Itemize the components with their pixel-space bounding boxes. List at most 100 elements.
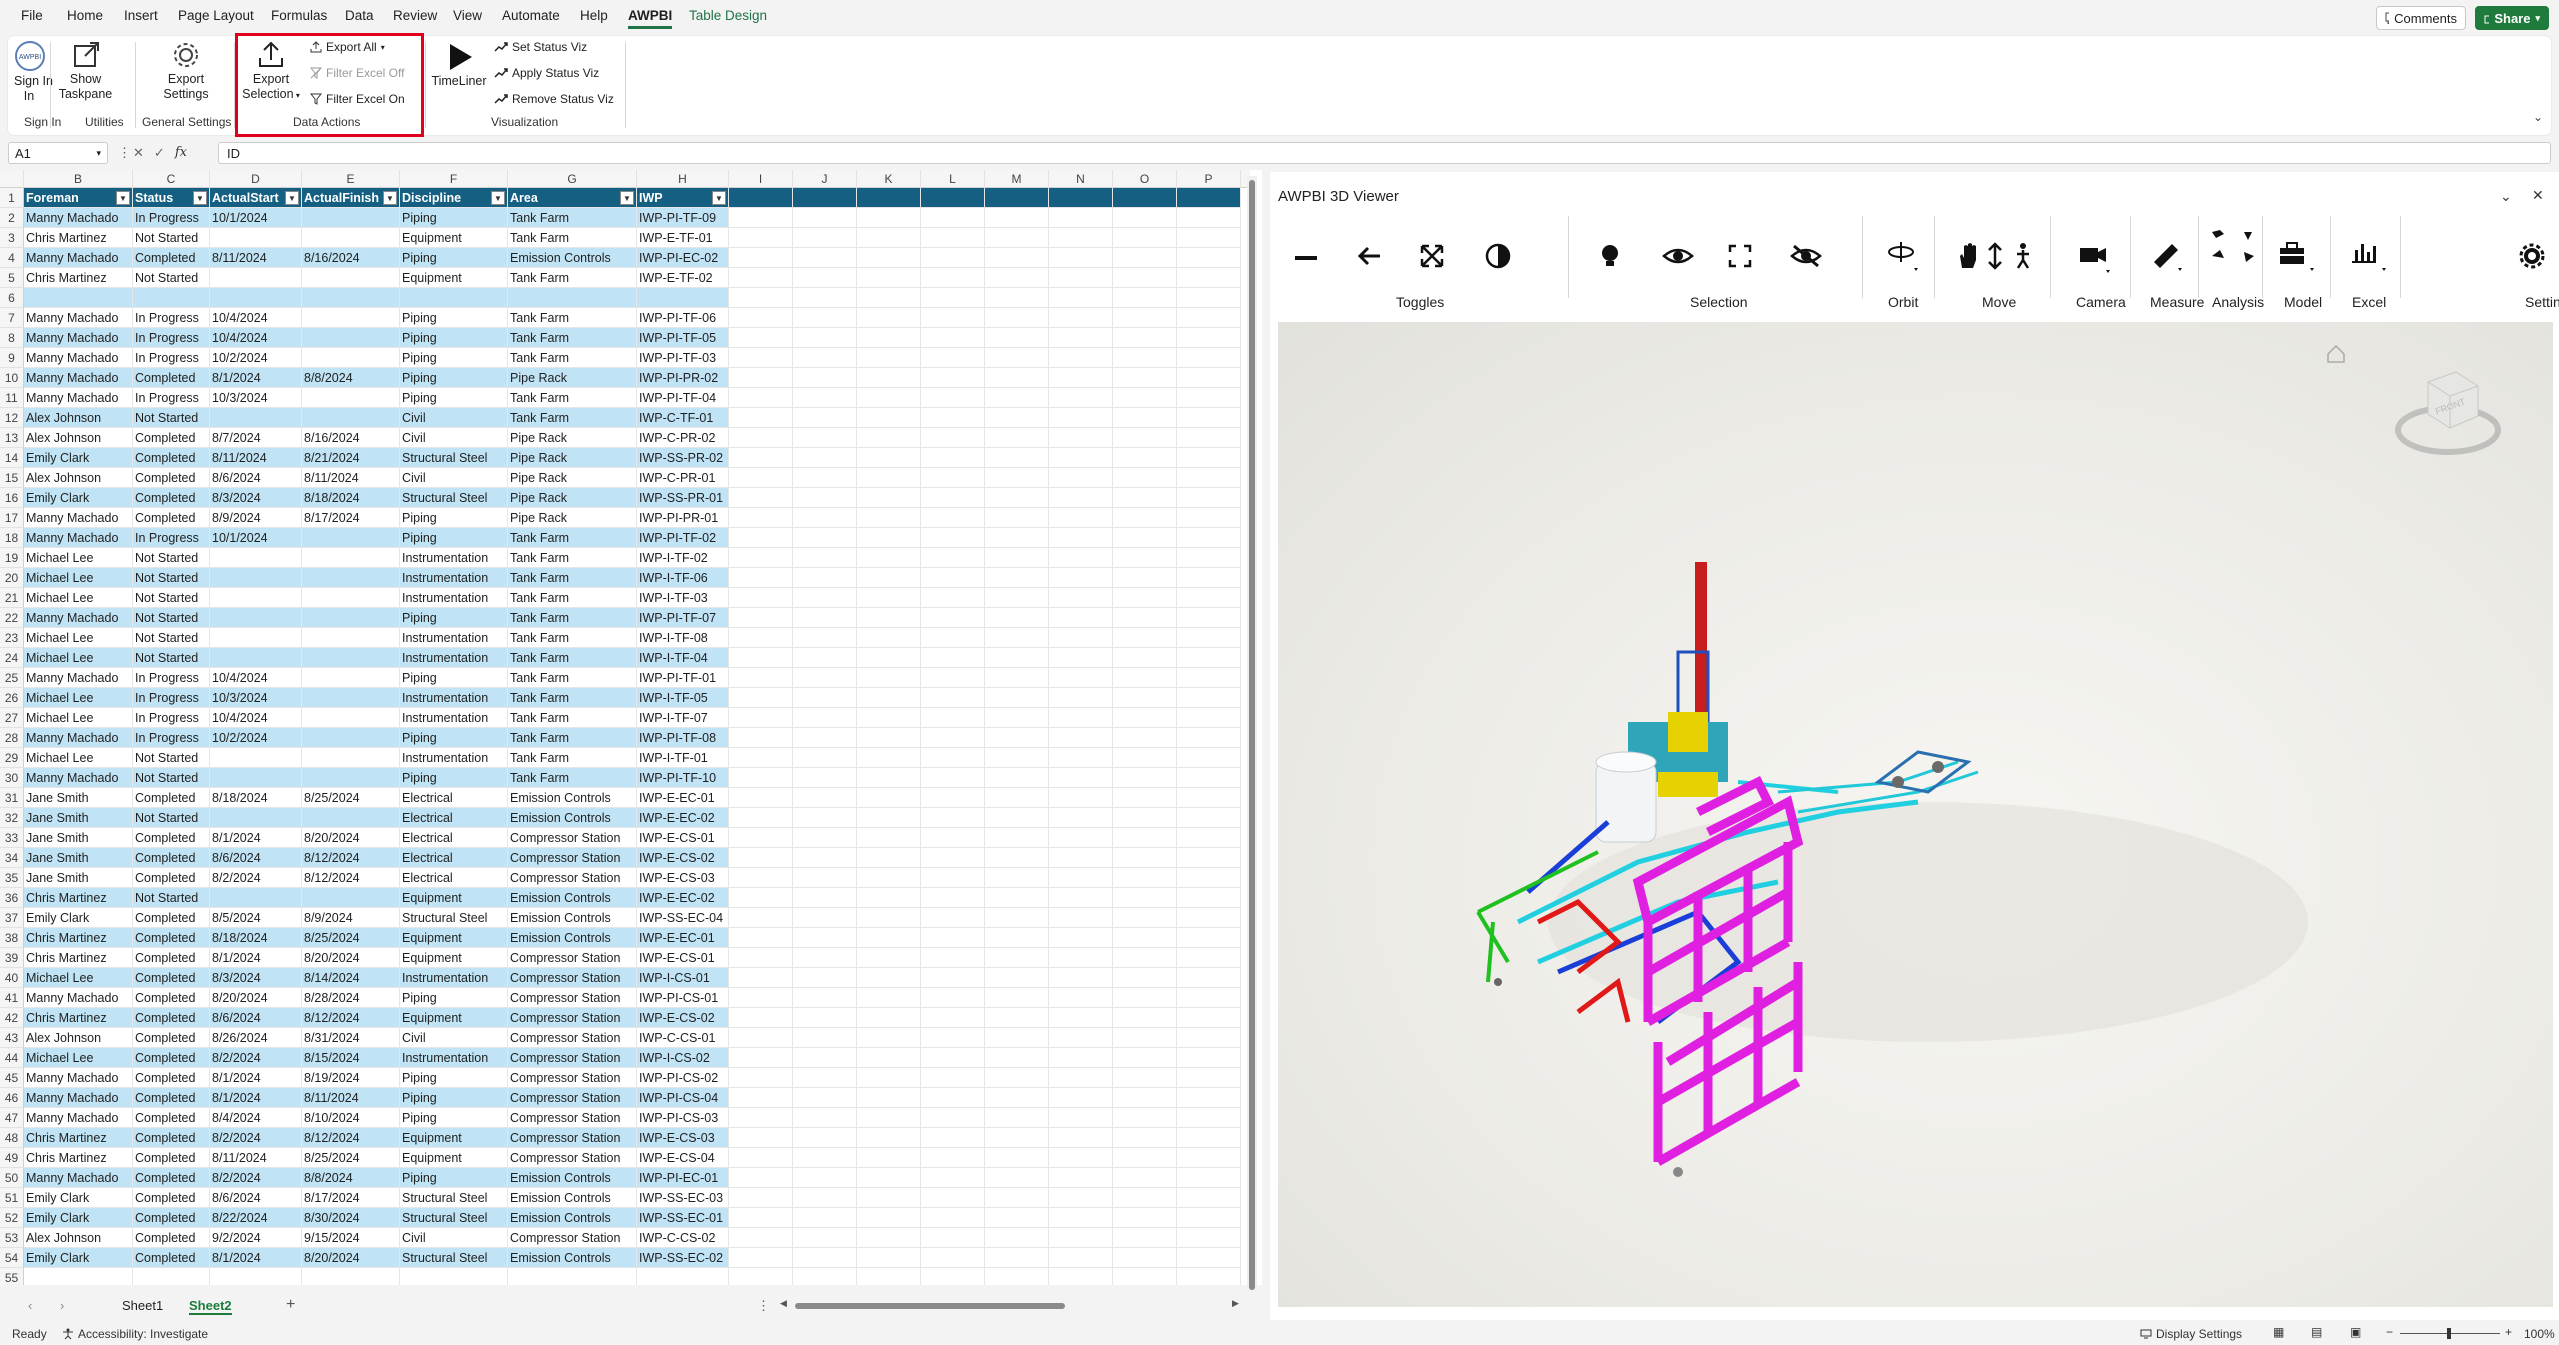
empty-cell[interactable]	[857, 668, 921, 688]
empty-cell[interactable]	[133, 1268, 210, 1285]
empty-cell[interactable]	[985, 1108, 1049, 1128]
cell-actual-finish[interactable]	[302, 688, 400, 708]
cell-foreman[interactable]: Manny Machado	[24, 368, 133, 388]
cell-actual-start[interactable]	[210, 888, 302, 908]
empty-cell[interactable]	[921, 588, 985, 608]
cell-area[interactable]: Compressor Station	[508, 1068, 637, 1088]
column-title-discipline[interactable]: Discipline ▼	[400, 188, 508, 208]
empty-cell[interactable]	[857, 988, 921, 1008]
empty-cell[interactable]	[857, 828, 921, 848]
cell-actual-finish[interactable]: 8/12/2024	[302, 848, 400, 868]
row-number[interactable]: 22	[0, 608, 24, 628]
empty-cell[interactable]	[857, 188, 921, 208]
empty-cell[interactable]	[985, 848, 1049, 868]
empty-cell[interactable]	[921, 488, 985, 508]
cell-discipline[interactable]: Equipment	[400, 228, 508, 248]
cell-actual-start[interactable]	[210, 768, 302, 788]
empty-cell[interactable]	[210, 1268, 302, 1285]
row-number[interactable]: 26	[0, 688, 24, 708]
empty-cell[interactable]	[729, 1228, 793, 1248]
empty-cell[interactable]	[857, 948, 921, 968]
empty-cell[interactable]	[1049, 1188, 1113, 1208]
cell-status[interactable]: Completed	[133, 448, 210, 468]
empty-cell[interactable]	[793, 828, 857, 848]
empty-cell[interactable]	[793, 928, 857, 948]
row-number[interactable]: 42	[0, 1008, 24, 1028]
cell-area[interactable]: Pipe Rack	[508, 468, 637, 488]
empty-cell[interactable]	[793, 1008, 857, 1028]
row-number[interactable]: 53	[0, 1228, 24, 1248]
cell-area[interactable]: Tank Farm	[508, 688, 637, 708]
empty-cell[interactable]	[793, 448, 857, 468]
cell-status[interactable]: In Progress	[133, 728, 210, 748]
empty-cell[interactable]	[985, 1208, 1049, 1228]
empty-cell[interactable]	[857, 928, 921, 948]
cell-status[interactable]: Not Started	[133, 548, 210, 568]
empty-cell[interactable]	[857, 408, 921, 428]
empty-cell[interactable]	[729, 608, 793, 628]
column-title-status[interactable]: Status ▼	[133, 188, 210, 208]
empty-cell[interactable]	[857, 288, 921, 308]
empty-cell[interactable]	[921, 728, 985, 748]
cell-status[interactable]: Completed	[133, 948, 210, 968]
empty-cell[interactable]	[729, 688, 793, 708]
empty-cell[interactable]	[1049, 228, 1113, 248]
cell-status[interactable]: Not Started	[133, 648, 210, 668]
cell-area[interactable]: Compressor Station	[508, 1228, 637, 1248]
empty-cell[interactable]	[1177, 668, 1241, 688]
empty-cell[interactable]	[857, 1228, 921, 1248]
empty-cell[interactable]	[921, 1228, 985, 1248]
set-status-viz-button[interactable]: Set Status Viz	[494, 40, 587, 54]
cell-foreman[interactable]: Michael Lee	[24, 688, 133, 708]
empty-cell[interactable]	[793, 668, 857, 688]
empty-cell[interactable]	[1049, 1028, 1113, 1048]
empty-cell[interactable]	[921, 348, 985, 368]
empty-cell[interactable]	[1049, 588, 1113, 608]
cell-status[interactable]: Not Started	[133, 808, 210, 828]
orbit-icon[interactable]	[1886, 238, 1920, 275]
empty-cell[interactable]	[793, 1028, 857, 1048]
cell-area[interactable]: Compressor Station	[508, 948, 637, 968]
cell-status[interactable]: In Progress	[133, 328, 210, 348]
empty-cell[interactable]	[857, 728, 921, 748]
cell-discipline[interactable]: Piping	[400, 368, 508, 388]
cell-actual-start[interactable]: 8/26/2024	[210, 1028, 302, 1048]
select-all-corner[interactable]	[0, 170, 24, 188]
empty-cell[interactable]	[793, 408, 857, 428]
cell-actual-finish[interactable]: 8/14/2024	[302, 968, 400, 988]
cell-discipline[interactable]: Piping	[400, 988, 508, 1008]
cell-actual-finish[interactable]	[302, 708, 400, 728]
empty-cell[interactable]	[1177, 368, 1241, 388]
cell-discipline[interactable]: Piping	[400, 1068, 508, 1088]
empty-cell[interactable]	[729, 428, 793, 448]
cell-area[interactable]: Compressor Station	[508, 968, 637, 988]
empty-cell[interactable]	[985, 768, 1049, 788]
empty-cell[interactable]	[1049, 608, 1113, 628]
row-number[interactable]: 27	[0, 708, 24, 728]
empty-cell[interactable]	[857, 1028, 921, 1048]
cell-area[interactable]: Tank Farm	[508, 528, 637, 548]
cell-foreman[interactable]: Michael Lee	[24, 968, 133, 988]
cell-actual-start[interactable]	[210, 608, 302, 628]
empty-cell[interactable]	[1049, 628, 1113, 648]
cell-actual-finish[interactable]	[302, 328, 400, 348]
cell-foreman[interactable]: Alex Johnson	[24, 428, 133, 448]
cell-actual-finish[interactable]: 8/11/2024	[302, 468, 400, 488]
cell-foreman[interactable]: Chris Martinez	[24, 928, 133, 948]
cell-status[interactable]: In Progress	[133, 528, 210, 548]
empty-cell[interactable]	[729, 348, 793, 368]
empty-cell[interactable]	[1049, 1128, 1113, 1148]
empty-cell[interactable]	[1113, 448, 1177, 468]
cell-foreman[interactable]: Michael Lee	[24, 628, 133, 648]
cell-actual-start[interactable]: 10/4/2024	[210, 308, 302, 328]
cell-actual-finish[interactable]: 8/25/2024	[302, 1148, 400, 1168]
cell-discipline[interactable]: Piping	[400, 508, 508, 528]
cell-area[interactable]: Tank Farm	[508, 548, 637, 568]
row-number[interactable]: 44	[0, 1048, 24, 1068]
cell-area[interactable]: Tank Farm	[508, 408, 637, 428]
empty-cell[interactable]	[985, 588, 1049, 608]
empty-cell[interactable]	[729, 268, 793, 288]
row-number[interactable]: 32	[0, 808, 24, 828]
empty-cell[interactable]	[921, 988, 985, 1008]
empty-cell[interactable]	[1049, 548, 1113, 568]
